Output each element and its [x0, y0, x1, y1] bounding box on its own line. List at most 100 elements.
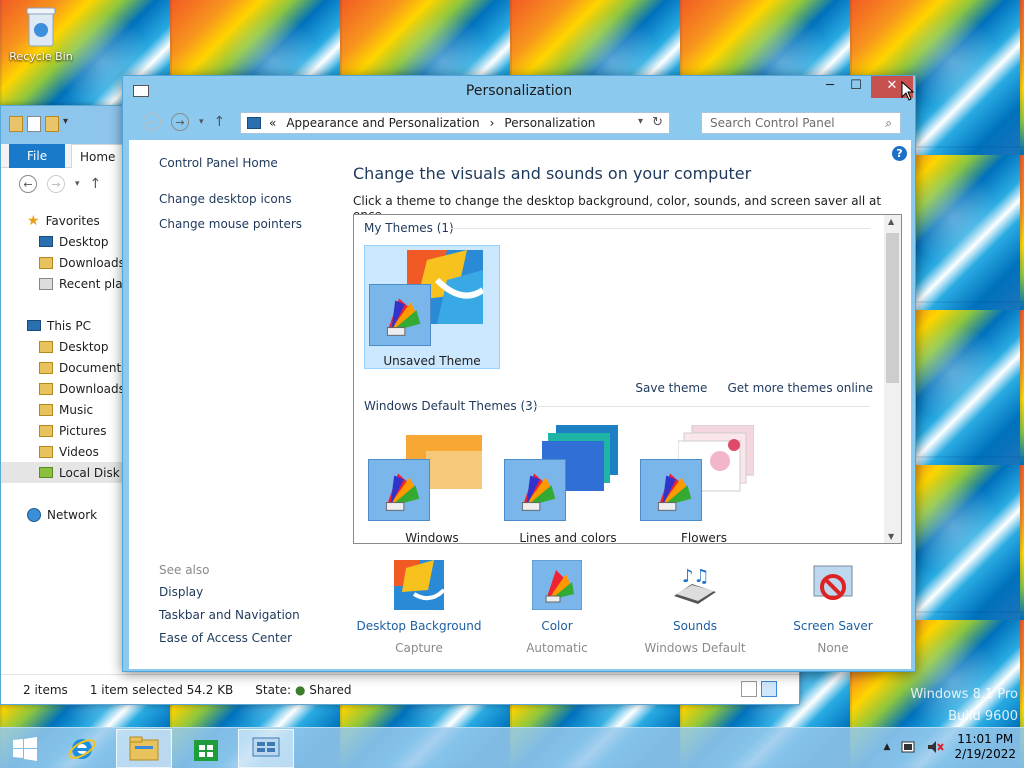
os-watermark: Windows 8.1 Pro Build 9600 — [910, 687, 1018, 724]
color-setting[interactable]: Color Automatic — [487, 559, 627, 655]
taskbar-navigation-link[interactable]: Taskbar and Navigation — [159, 608, 300, 622]
screen-saver-icon — [813, 565, 853, 600]
color-palette-icon — [369, 284, 431, 346]
back-button[interactable]: ← — [19, 175, 37, 193]
control-panel-home-link[interactable]: Control Panel Home — [159, 156, 302, 170]
chevron-down-icon[interactable]: ▾ — [63, 116, 68, 132]
desktop-icon — [39, 236, 53, 247]
theme-flowers[interactable]: Flowers — [636, 421, 772, 543]
save-theme-link[interactable]: Save theme — [635, 381, 707, 395]
address-toolbar: ← → ▾ ↑ « Appearance and Personalization… — [129, 110, 909, 138]
my-themes-header: My Themes (1) — [364, 221, 454, 235]
theme-label: Lines and colors — [519, 531, 617, 544]
nav-favorites[interactable]: ★ Favorites — [1, 210, 125, 231]
nav-documents[interactable]: Documents — [1, 357, 125, 378]
view-toggle — [741, 681, 777, 697]
search-icon[interactable]: ⌕ — [885, 113, 892, 133]
mouse-cursor-icon — [901, 81, 915, 101]
desktop-background-icon — [394, 560, 446, 610]
recent-locations-chevron-icon[interactable]: ▾ — [75, 179, 80, 189]
theme-list-scrollbar[interactable]: ▲ ▼ — [884, 215, 901, 543]
nav-pc-downloads[interactable]: Downloads — [1, 378, 125, 399]
search-input[interactable]: Search Control Panel ⌕ — [701, 112, 901, 134]
folder-icon[interactable] — [9, 116, 23, 132]
folder-icon — [39, 382, 53, 395]
forward-button[interactable]: → — [171, 113, 189, 131]
sounds-setting[interactable]: ♪♫ Sounds Windows Default — [625, 560, 765, 655]
personalization-window[interactable]: Personalization ─ ☐ ✕ ← → ▾ ↑ « Appearan… — [122, 75, 916, 672]
back-button[interactable]: ← — [143, 113, 161, 131]
computer-icon — [27, 320, 41, 331]
theme-windows[interactable]: Windows — [364, 421, 500, 544]
details-view-button[interactable] — [741, 681, 757, 697]
theme-unsaved[interactable]: Unsaved Theme — [364, 245, 500, 369]
nav-videos[interactable]: Videos — [1, 441, 125, 462]
up-arrow-icon[interactable]: ↑ — [90, 176, 102, 192]
breadcrumb-overflow[interactable]: « — [269, 116, 276, 130]
taskbar-file-explorer[interactable] — [116, 729, 172, 768]
desktop-background-setting[interactable]: Desktop Background Capture — [349, 560, 489, 655]
action-center-flag-icon[interactable] — [900, 739, 916, 755]
clock-date: 2/19/2022 — [954, 747, 1016, 761]
nav-music[interactable]: Music — [1, 399, 125, 420]
personalization-content: ? Control Panel Home Change desktop icon… — [129, 140, 911, 669]
ease-of-access-link[interactable]: Ease of Access Center — [159, 631, 300, 645]
refresh-icon[interactable]: ↻ — [652, 115, 663, 130]
recent-pages-chevron-icon[interactable]: ▾ — [199, 117, 204, 127]
change-desktop-icons-link[interactable]: Change desktop icons — [159, 192, 302, 206]
setting-name: Screen Saver — [793, 619, 873, 633]
address-bar[interactable]: « Appearance and Personalization › Perso… — [240, 112, 670, 134]
screen-saver-setting[interactable]: Screen Saver None — [763, 560, 903, 655]
setting-name: Sounds — [672, 619, 718, 633]
taskbar-clock[interactable]: 11:01 PM 2/19/2022 — [954, 732, 1016, 762]
scroll-up-arrow-icon[interactable]: ▲ — [888, 217, 894, 226]
theme-lines-and-colors[interactable]: Lines and colors — [500, 421, 636, 544]
recycle-bin-shortcut[interactable]: Recycle Bin — [6, 4, 76, 63]
get-more-themes-link[interactable]: Get more themes online — [727, 381, 873, 395]
change-mouse-pointers-link[interactable]: Change mouse pointers — [159, 217, 302, 231]
network-icon — [27, 507, 41, 522]
scroll-down-arrow-icon[interactable]: ▼ — [888, 532, 894, 541]
taskbar-control-panel[interactable] — [238, 729, 294, 768]
large-icons-view-button[interactable] — [761, 681, 777, 697]
color-palette-icon — [640, 459, 702, 521]
volume-muted-icon[interactable] — [926, 739, 945, 755]
nav-pc-desktop[interactable]: Desktop — [1, 336, 125, 357]
nav-downloads[interactable]: Downloads — [1, 252, 125, 273]
help-icon[interactable]: ? — [892, 146, 907, 161]
theme-label: Windows — [405, 531, 459, 544]
navigation-pane: ★Favorites Desktop Downloads Recent plac… — [1, 210, 125, 525]
theme-components: Desktop Background Capture Color Automat… — [353, 559, 913, 660]
see-also-header: See also — [159, 563, 210, 577]
folder-icon — [39, 256, 53, 269]
nav-pictures[interactable]: Pictures — [1, 420, 125, 441]
nav-local-disk[interactable]: Local Disk (C:) — [1, 462, 125, 483]
up-arrow-icon[interactable]: ↑ — [214, 114, 226, 130]
nav-this-pc[interactable]: This PC — [1, 315, 125, 336]
forward-button[interactable]: → — [47, 175, 65, 193]
nav-recent-places[interactable]: Recent places — [1, 273, 125, 294]
scroll-thumb[interactable] — [886, 233, 899, 383]
display-link[interactable]: Display — [159, 585, 300, 599]
svg-text:♪♫: ♪♫ — [682, 566, 710, 587]
item-count: 2 items — [23, 682, 68, 697]
breadcrumb-separator: › — [489, 116, 495, 130]
new-folder-icon[interactable] — [45, 116, 59, 132]
sounds-icon: ♪♫ — [674, 566, 716, 604]
nav-desktop[interactable]: Desktop — [1, 231, 125, 252]
tab-home[interactable]: Home — [71, 144, 125, 168]
nav-network[interactable]: Network — [1, 504, 125, 525]
taskbar-internet-explorer[interactable] — [54, 729, 110, 768]
properties-icon[interactable] — [27, 116, 41, 132]
breadcrumb-appearance[interactable]: Appearance and Personalization — [286, 116, 479, 130]
taskbar-store[interactable] — [178, 729, 234, 768]
page-title: Change the visuals and sounds on your co… — [353, 164, 752, 183]
folder-icon — [39, 403, 53, 416]
breadcrumb-personalization[interactable]: Personalization — [504, 116, 595, 130]
task-pane: Control Panel Home Change desktop icons … — [159, 156, 302, 242]
tab-file[interactable]: File — [9, 144, 65, 168]
maximize-button[interactable]: ☐ — [841, 76, 871, 98]
show-hidden-icons-chevron-icon[interactable]: ▲ — [884, 742, 891, 752]
start-button[interactable] — [0, 729, 50, 768]
address-dropdown-icon[interactable]: ▾ — [638, 116, 643, 127]
